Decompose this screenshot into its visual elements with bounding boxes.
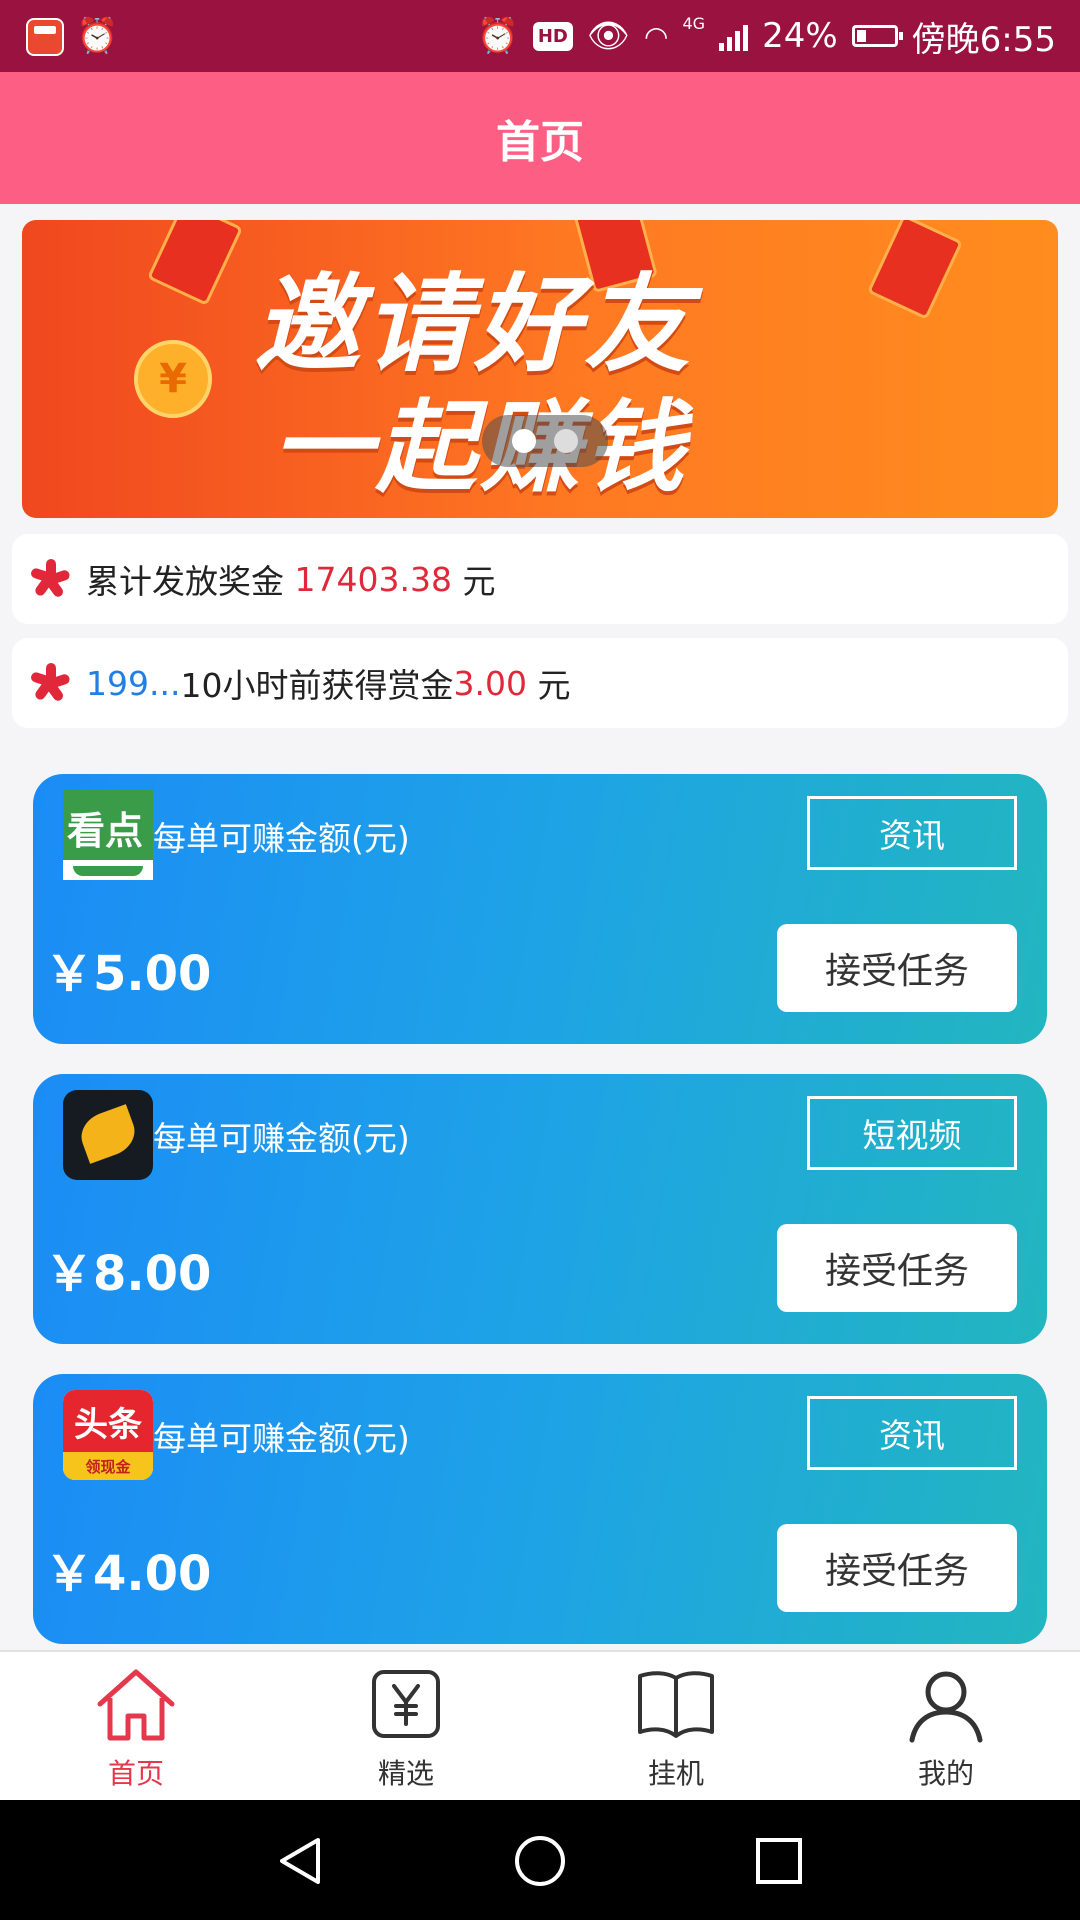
category-tag[interactable]: 短视频 (807, 1096, 1017, 1170)
category-tag[interactable]: 资讯 (807, 796, 1017, 870)
red-envelope-icon (146, 220, 244, 306)
earning-label: 每单可赚金额(元) (153, 1419, 410, 1458)
status-indicators: ⏰ HD 👁 ◠ 4G 24% 傍晚6:55 (477, 0, 1056, 72)
accept-task-button[interactable]: 接受任务 (777, 924, 1017, 1012)
nav-label-profile: 我的 (917, 1757, 974, 1790)
nav-item-profile[interactable]: 我的 (866, 1662, 1026, 1792)
nav-item-hangup[interactable]: 挂机 (596, 1662, 756, 1792)
home-icon (97, 1669, 175, 1741)
notice-user: 199... (86, 663, 181, 703)
carousel-dot[interactable] (554, 429, 578, 453)
task-price: ￥4.00 (45, 1546, 212, 1602)
app-header: 首页 (0, 72, 1080, 204)
red-envelope-icon (866, 220, 964, 320)
carousel-dot[interactable] (512, 429, 536, 453)
accept-task-button[interactable]: 接受任务 (777, 1224, 1017, 1312)
alarm-clock-icon: ⏰ (476, 16, 519, 56)
page-title: 首页 (496, 117, 584, 168)
back-icon[interactable] (274, 1834, 328, 1888)
signal-icon (719, 21, 749, 51)
task-price: ￥8.00 (45, 1246, 212, 1302)
earning-label: 每单可赚金额(元) (153, 819, 410, 858)
earning-label: 每单可赚金额(元) (153, 1119, 410, 1158)
book-icon (638, 1671, 714, 1738)
alarm-clock-icon: ⏰ (76, 16, 119, 56)
banner-subheadline: 一起赚钱 (272, 389, 688, 506)
hd-badge: HD (532, 21, 573, 51)
battery-percent: 24% (762, 16, 838, 56)
pinwheel-icon (29, 663, 71, 703)
task-card: 每单可赚金额(元) 短视频 ￥8.00 接受任务 (33, 1074, 1047, 1344)
nav-label-hangup: 挂机 (647, 1757, 704, 1790)
wifi-icon: ◠ (644, 19, 669, 53)
eye-icon: 👁 (586, 16, 631, 56)
app-icon (26, 18, 64, 56)
toutiao-logo-icon: 头条 领现金 (63, 1390, 153, 1480)
nav-item-featured[interactable]: 精选 (326, 1662, 486, 1792)
coin-icon: ¥ (134, 340, 212, 418)
nav-item-home[interactable]: 首页 (56, 1662, 216, 1792)
carousel-indicator[interactable] (482, 415, 608, 467)
nav-label-home: 首页 (107, 1757, 164, 1790)
wing-app-logo-icon (63, 1090, 153, 1180)
nav-label-featured: 精选 (377, 1757, 434, 1790)
home-circle-icon[interactable] (513, 1834, 567, 1888)
network-label: 4G (682, 14, 706, 33)
task-card: 头条 领现金 每单可赚金额(元) 资讯 ￥4.00 接受任务 (33, 1374, 1047, 1644)
battery-icon (851, 25, 903, 47)
system-nav-bar (0, 1800, 1080, 1920)
promo-banner[interactable]: ¥ 邀请好友 一起赚钱 (22, 220, 1058, 518)
status-bar: ⏰ ⏰ HD 👁 ◠ 4G 24% 傍晚6:55 (0, 0, 1080, 72)
notice-suffix: 元 (451, 562, 496, 601)
task-price: ￥5.00 (45, 946, 212, 1002)
recent-reward-notice: 199... 10小时前获得赏金 3.00 元 (12, 638, 1068, 728)
pinwheel-icon (29, 559, 71, 599)
task-card: 看点 每单可赚金额(元) 资讯 ￥5.00 接受任务 (33, 774, 1047, 1044)
notice-suffix: 元 (526, 666, 571, 705)
notice-prefix: 累计发放奖金 (86, 562, 295, 601)
reward-amount: 3.00 (453, 663, 527, 703)
accept-task-button[interactable]: 接受任务 (777, 1524, 1017, 1612)
total-bonus-amount: 17403.38 (294, 559, 452, 599)
notice-text: 10小时前获得赏金 (180, 666, 454, 705)
clock-time: 傍晚6:55 (911, 19, 1056, 60)
recents-icon[interactable] (752, 1834, 806, 1888)
total-bonus-notice: 累计发放奖金 17403.38 元 (12, 534, 1068, 624)
category-tag[interactable]: 资讯 (807, 1396, 1017, 1470)
yen-box-icon (372, 1670, 440, 1738)
bottom-nav: 首页 精选 挂机 我的 (0, 1650, 1080, 1800)
user-icon (909, 1671, 983, 1743)
kandian-logo-icon: 看点 (63, 790, 153, 880)
